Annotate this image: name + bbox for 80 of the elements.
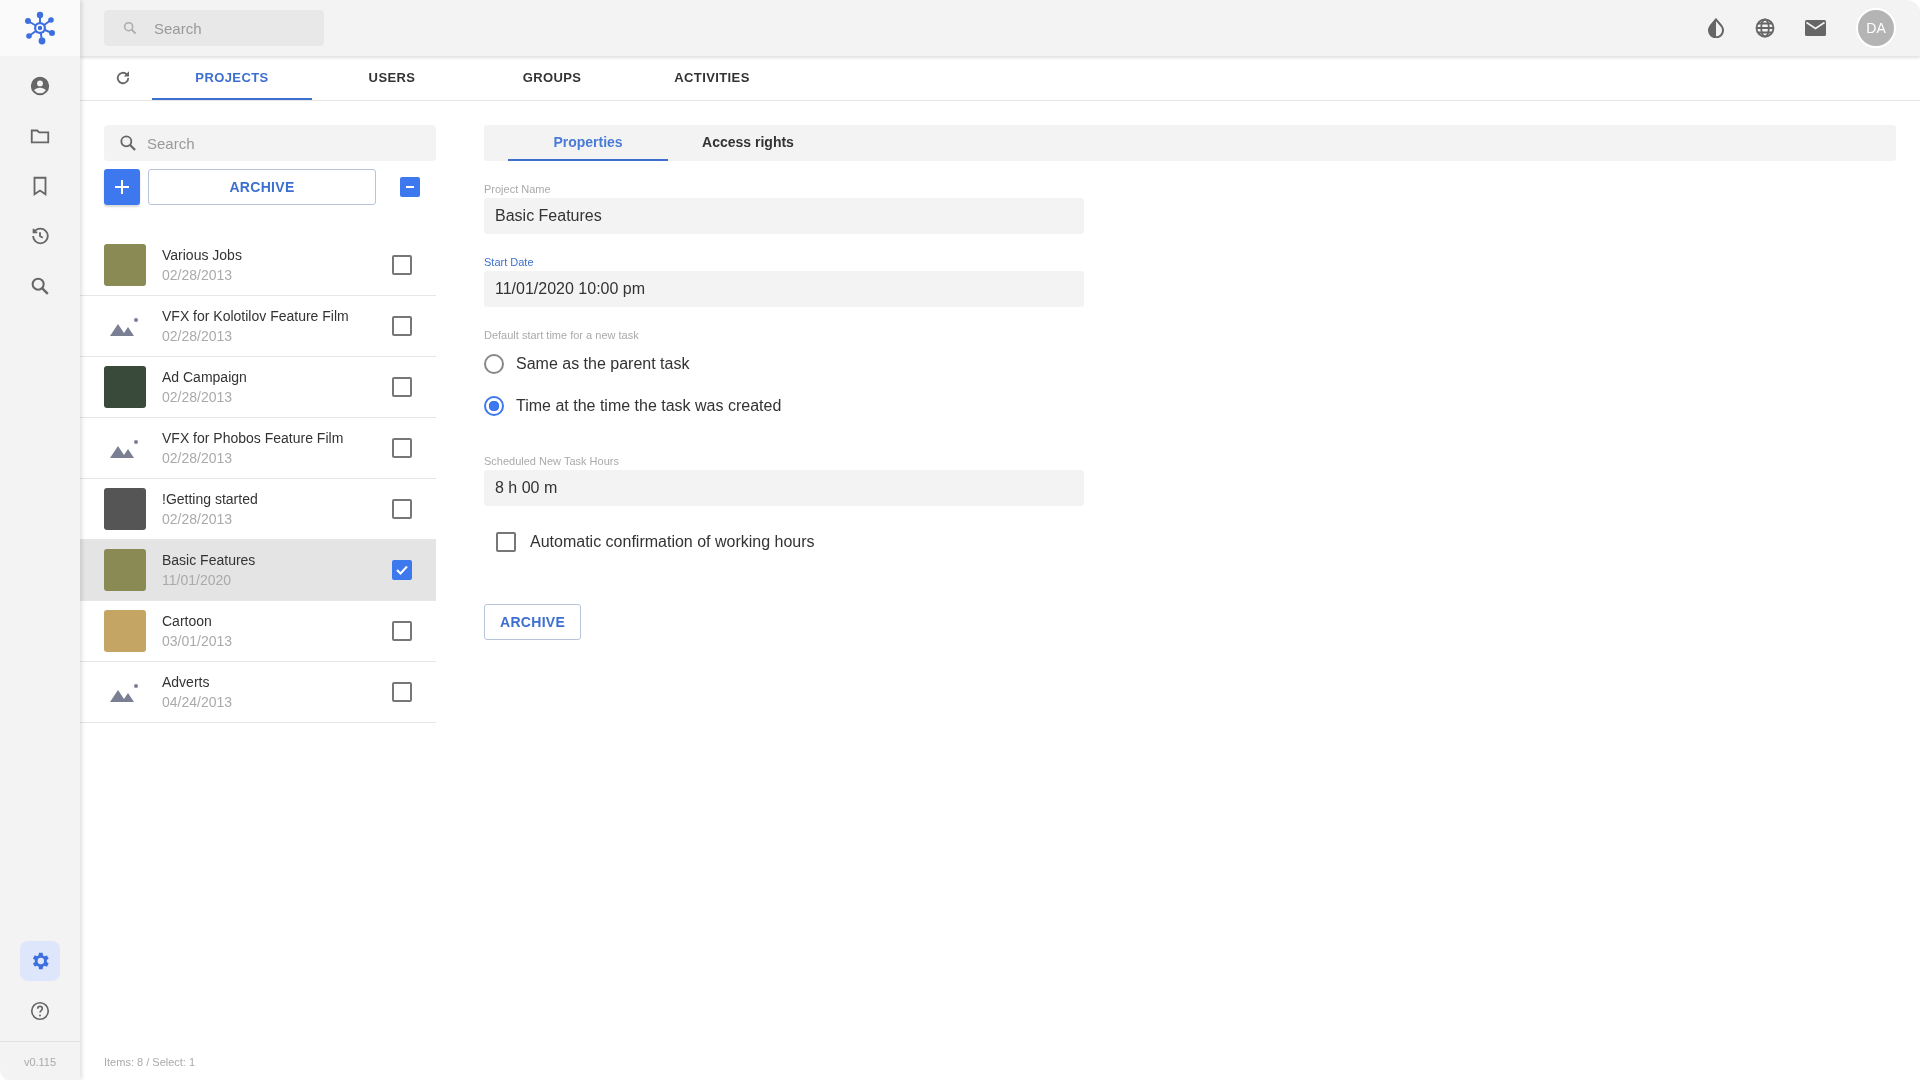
field-label: Start Date	[484, 256, 535, 268]
photo-placeholder	[104, 244, 146, 286]
rail-button[interactable]	[20, 941, 60, 981]
project-name: Cartoon	[162, 613, 213, 629]
globe-icon[interactable]	[1755, 18, 1775, 38]
radio-label: Same as the parent task	[516, 355, 690, 373]
project-row[interactable]: Ad Campaign 02/28/2013	[80, 357, 436, 418]
archive-button[interactable]: ARCHIVE	[484, 604, 582, 640]
text-field[interactable]: Basic Features	[484, 198, 1084, 234]
row-checkbox[interactable]	[392, 255, 412, 275]
photo-placeholder	[104, 549, 146, 591]
project-row[interactable]: Basic Features 11/01/2020	[80, 540, 436, 601]
search-icon	[122, 20, 138, 36]
add-button[interactable]	[104, 169, 140, 205]
row-checkbox[interactable]	[392, 682, 412, 702]
project-date: 11/01/2020	[162, 572, 233, 588]
field-label: Default start time for a new task	[484, 329, 640, 341]
radio-button[interactable]	[484, 354, 504, 374]
photo-placeholder	[104, 366, 146, 408]
refresh-icon[interactable]	[114, 69, 132, 87]
search-field[interactable]: Search	[104, 125, 436, 161]
logo-icon	[23, 11, 57, 45]
photo-placeholder	[104, 488, 146, 530]
project-row[interactable]: Adverts 04/24/2013	[80, 662, 436, 723]
project-row[interactable]: VFX for Kolotilov Feature Film 02/28/2013	[80, 296, 436, 357]
project-date: 03/01/2013	[162, 633, 234, 649]
row-checkbox[interactable]	[392, 621, 412, 641]
row-checkbox[interactable]	[392, 560, 412, 580]
text-field[interactable]: 8 h 00 m	[484, 470, 1084, 506]
row-checkbox[interactable]	[392, 377, 412, 397]
photo-placeholder	[104, 610, 146, 652]
contrast-icon[interactable]	[1707, 18, 1725, 38]
project-row[interactable]: Various Jobs 02/28/2013	[80, 235, 436, 296]
project-date: 02/28/2013	[162, 450, 234, 466]
detail-tab[interactable]: Access rights	[668, 125, 828, 161]
version-label: v0.115	[0, 1041, 80, 1080]
nav-tab[interactable]: PROJECTS	[152, 56, 312, 100]
project-date: 02/28/2013	[162, 267, 234, 283]
project-date: 02/28/2013	[162, 511, 234, 527]
project-name: Various Jobs	[162, 247, 243, 263]
search-icon	[118, 133, 138, 153]
mail-icon[interactable]	[1805, 20, 1826, 36]
row-checkbox[interactable]	[392, 499, 412, 519]
mountains-icon	[110, 316, 140, 336]
checkbox[interactable]	[496, 532, 516, 552]
account-icon	[29, 75, 51, 97]
search-field[interactable]: Search	[104, 10, 324, 46]
field-label: Scheduled New Task Hours	[484, 455, 620, 467]
project-date: 04/24/2013	[162, 694, 234, 710]
check-icon	[395, 563, 409, 577]
nav-tab[interactable]: USERS	[312, 56, 472, 100]
project-name: VFX for Kolotilov Feature Film	[162, 308, 350, 324]
nav-tab[interactable]: ACTIVITIES	[632, 56, 792, 100]
history-icon	[29, 225, 51, 247]
help-icon	[29, 1000, 51, 1022]
project-row[interactable]: Cartoon 03/01/2013	[80, 601, 436, 662]
text-field[interactable]: 11/01/2020 10:00 pm	[484, 271, 1084, 307]
plus-icon	[114, 179, 130, 195]
project-date: 02/28/2013	[162, 389, 234, 405]
project-date: 02/28/2013	[162, 328, 234, 344]
select-all-checkbox[interactable]	[400, 177, 420, 197]
row-checkbox[interactable]	[392, 316, 412, 336]
project-row[interactable]: VFX for Phobos Feature Film 02/28/2013	[80, 418, 436, 479]
checkbox-label: Automatic confirmation of working hours	[530, 533, 815, 551]
project-name: Adverts	[162, 674, 211, 690]
mountains-icon	[110, 438, 140, 458]
project-name: VFX for Phobos Feature Film	[162, 430, 345, 446]
search-icon	[29, 275, 51, 297]
project-name: !Getting started	[162, 491, 259, 507]
status-text: Items: 8 / Select: 1	[103, 1056, 197, 1070]
mountains-icon	[110, 682, 140, 702]
archive-button[interactable]: ARCHIVE	[148, 169, 376, 205]
project-name: Basic Features	[162, 552, 257, 568]
nav-tab[interactable]: GROUPS	[472, 56, 632, 100]
radio-label: Time at the time the task was created	[516, 397, 782, 415]
radio-button[interactable]	[484, 396, 504, 416]
project-name: Ad Campaign	[162, 369, 248, 385]
row-checkbox[interactable]	[392, 438, 412, 458]
field-label: Project Name	[484, 183, 552, 195]
detail-tab[interactable]: Properties	[508, 125, 668, 161]
